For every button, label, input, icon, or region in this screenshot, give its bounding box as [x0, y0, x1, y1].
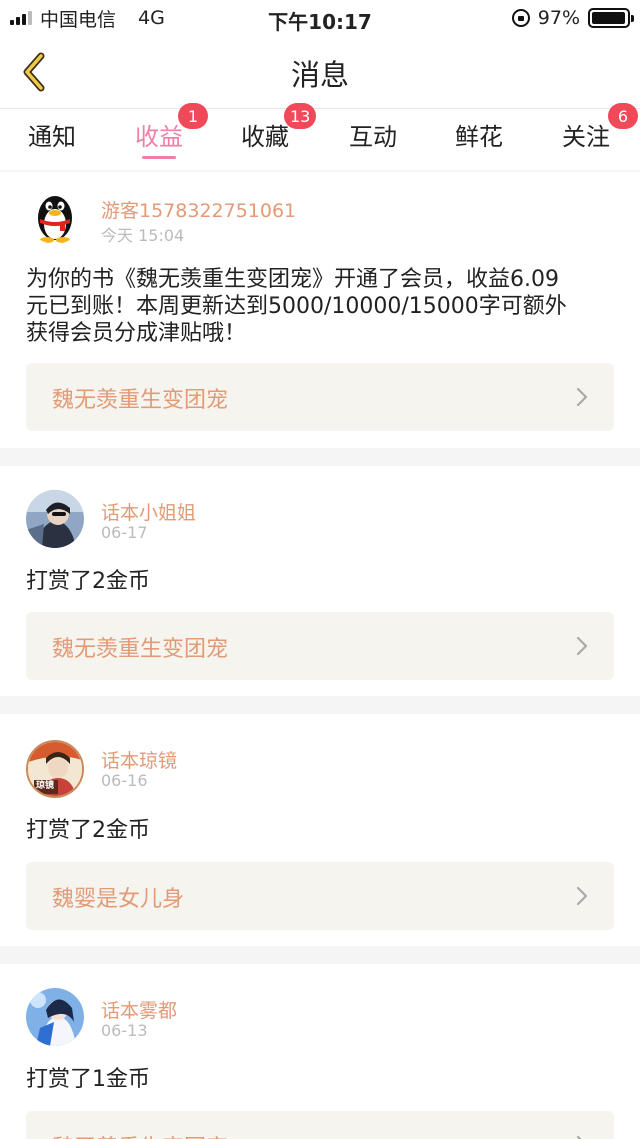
message-text: 打赏了2金币 — [26, 818, 150, 843]
tab-label: 通知 — [28, 123, 76, 151]
chevron-right-icon — [576, 636, 588, 656]
rotation-lock-icon — [511, 9, 530, 27]
status-right: 97% — [511, 6, 634, 30]
avatar-caption: 琼镜 — [36, 781, 55, 791]
book-link[interactable]: 魏婴是女儿身 — [26, 862, 614, 930]
message-card: 话本小姐姐 06-17 打赏了2金币 魏无羡重生变团宠 — [0, 466, 640, 696]
user-avatar-icon[interactable] — [26, 988, 84, 1046]
book-title: 魏无羡重生变团宠 — [52, 388, 229, 413]
book-link[interactable]: 魏无羡重生变团宠 — [26, 612, 614, 680]
battery-percent: 97% — [537, 7, 580, 29]
book-title: 魏无羡重生变团宠 — [52, 637, 229, 662]
user-avatar-icon[interactable] — [26, 490, 84, 548]
tab-notifications[interactable]: 通知 — [0, 109, 104, 171]
message-time: 06-16 — [101, 771, 148, 790]
sender-name[interactable]: 话本雾都 — [101, 996, 177, 1023]
message-time: 06-13 — [101, 1021, 148, 1040]
tab-following[interactable]: 关注 6 — [532, 103, 640, 171]
chevron-right-icon — [576, 1135, 582, 1139]
book-title: 魏无羡重生变团宠 — [52, 1130, 228, 1139]
message-text: 打赏了1金币 — [26, 1067, 150, 1092]
sender-name[interactable]: 话本琼镜 — [101, 746, 177, 773]
message-time: 今天 15:04 — [101, 226, 185, 245]
message-card: 话本雾都 06-13 打赏了1金币 魏无羡重生变团宠 — [0, 964, 640, 1139]
book-link[interactable]: 魏无羡重生变团宠 — [26, 1111, 614, 1139]
message-time: 06-17 — [101, 523, 148, 542]
chevron-right-icon — [576, 387, 588, 407]
message-text: 打赏了2金币 — [26, 569, 150, 594]
book-title: 魏婴是女儿身 — [52, 887, 185, 912]
earnings-badge: 1 — [178, 103, 208, 129]
sender-name[interactable]: 话本小姐姐 — [101, 498, 196, 525]
message-text-line: 获得会员分成津贴哦！ — [26, 321, 247, 346]
message-card: 游客1578322751061 今天 15:04 为你的书《魏无羡重生变团宠》开… — [0, 172, 640, 448]
chevron-right-icon — [576, 886, 588, 906]
favorites-badge: 13 — [284, 103, 317, 129]
message-card: 琼镜 话本琼镜 06-16 打赏了2金币 魏婴是女儿身 — [0, 714, 640, 946]
user-avatar-icon[interactable]: 琼镜 — [26, 740, 84, 798]
tab-label: 鲜花 — [455, 123, 503, 151]
message-text: 为你的书《魏无羡重生变团宠》开通了会员，收益6.09 元已到账！本周更新达到50… — [26, 266, 614, 347]
nav-bar: 消息 — [0, 36, 640, 108]
tab-bar: 通知 收益 1 收藏 13 互动 鲜花 关注 6 — [0, 103, 640, 171]
active-tab-indicator — [142, 156, 176, 159]
following-badge: 6 — [608, 103, 638, 129]
message-text-line: 为你的书《魏无羡重生变团宠》开通了会员，收益6.09 — [26, 267, 559, 292]
book-link[interactable]: 魏无羡重生变团宠 — [26, 363, 614, 431]
page-title: 消息 — [290, 58, 349, 92]
sender-name[interactable]: 游客1578322751061 — [101, 196, 296, 223]
tab-interactions[interactable]: 互动 — [320, 109, 426, 171]
tab-favorites[interactable]: 收藏 13 — [212, 103, 318, 171]
status-bar: 中国电信 4G 下午10:17 97% — [0, 0, 640, 36]
tab-label: 收藏 — [241, 123, 289, 151]
tab-label: 关注 — [562, 123, 610, 151]
battery-level-fill — [592, 12, 625, 24]
tab-label: 收益 — [135, 123, 183, 151]
tab-flowers[interactable]: 鲜花 — [426, 109, 532, 171]
qq-penguin-icon[interactable] — [26, 186, 84, 244]
tab-earnings[interactable]: 收益 1 — [106, 103, 212, 171]
tab-label: 互动 — [349, 123, 397, 151]
battery-icon — [588, 8, 634, 28]
message-text-line: 元已到账！本周更新达到5000/10000/15000字可额外 — [26, 294, 567, 319]
